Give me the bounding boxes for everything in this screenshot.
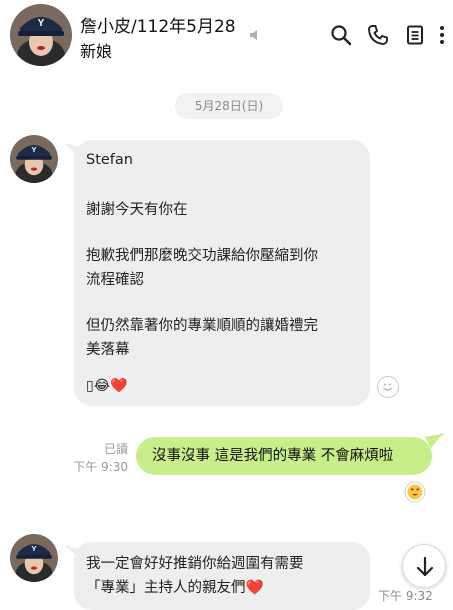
message-time: 下午 9:30 [73, 460, 128, 474]
contact-subtitle: 新娘 [80, 42, 113, 61]
message-bubble-outgoing[interactable]: 沒事沒事 這是我們的專業 不會麻煩啦 [136, 437, 432, 475]
read-receipt: 已讀 [103, 442, 128, 456]
mute-icon [250, 30, 257, 40]
message-line: 流程確認 [86, 272, 144, 288]
message-bubble-incoming[interactable]: 我一定會好好推銷你給週圍有需要 「專業」主持人的親友們❤️ [74, 542, 370, 610]
message-line: 謝謝今天有你在 [86, 202, 188, 218]
chat-header: Y 詹小皮/112年5月28 新娘 [0, 0, 453, 70]
date-divider: 5月28日(日) [175, 93, 283, 119]
svg-text:Y: Y [31, 145, 37, 154]
svg-text:Y: Y [38, 18, 45, 29]
scroll-to-bottom-button[interactable] [402, 544, 446, 588]
heart-eyes-reaction-icon[interactable] [404, 481, 426, 503]
sender-avatar[interactable]: Y [10, 534, 58, 582]
message-line: 抱歉我們那麼晚交功課給你壓縮到你 [86, 248, 318, 264]
search-icon[interactable] [330, 24, 352, 46]
message-bubble-incoming[interactable]: Stefan 謝謝今天有你在 抱歉我們那麼晚交功課給你壓縮到你 流程確認 但仍然… [74, 140, 370, 406]
arrow-down-icon [416, 556, 434, 577]
message-line: Stefan [86, 152, 133, 168]
message-line: 美落幕 [86, 342, 130, 358]
reaction-button[interactable] [377, 376, 399, 398]
phone-icon[interactable] [367, 24, 389, 46]
sender-avatar[interactable]: Y [10, 135, 58, 183]
more-icon[interactable] [436, 24, 448, 46]
svg-text:Y: Y [31, 544, 37, 553]
contact-name: 詹小皮/112年5月28 [80, 17, 236, 37]
message-line: 但仍然靠著你的專業順順的讓婚禮完 [86, 318, 318, 334]
smiley-icon [383, 383, 392, 391]
notes-icon[interactable] [404, 24, 426, 46]
message-time: 下午 9:32 [378, 589, 433, 603]
emoji-line: ▯😂❤️ [86, 378, 128, 394]
contact-avatar[interactable]: Y [10, 4, 72, 66]
message-line: 我一定會好好推銷你給週圍有需要 [86, 556, 304, 572]
message-line: 「專業」主持人的親友們❤️ [86, 580, 264, 596]
